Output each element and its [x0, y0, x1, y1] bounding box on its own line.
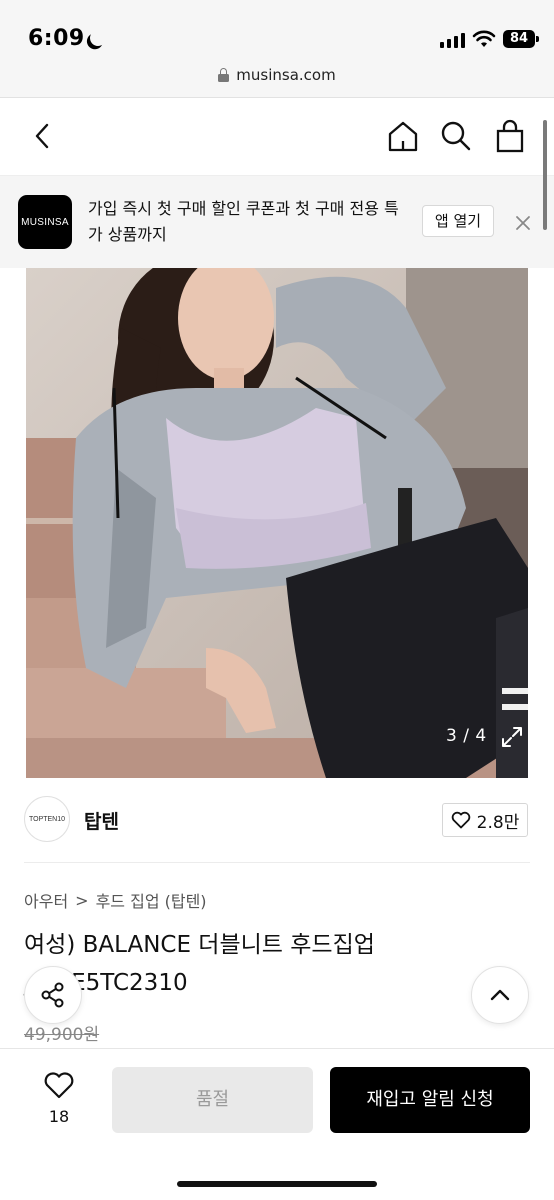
musinsa-app-logo: MUSINSA — [18, 195, 72, 249]
brand-name[interactable]: 탑텐 — [84, 807, 119, 834]
product-photo — [26, 268, 528, 778]
url-text: musinsa.com — [236, 66, 336, 84]
product-image[interactable]: 3 / 4 — [26, 268, 528, 778]
restock-alert-button[interactable]: 재입고 알림 신청 — [330, 1067, 530, 1133]
battery-tip — [536, 36, 539, 42]
app-install-banner: MUSINSA 가입 즉시 첫 구매 할인 쿠폰과 첫 구매 전용 특가 상품까… — [0, 176, 554, 268]
soldout-button[interactable]: 품절 — [112, 1067, 313, 1133]
home-indicator — [177, 1181, 377, 1187]
brand-row: TOPTEN10 탑텐 2.8만 — [24, 796, 530, 844]
back-button[interactable] — [22, 116, 62, 156]
search-button[interactable] — [436, 116, 476, 156]
image-counter: 3 / 4 — [446, 726, 487, 746]
divider — [24, 862, 530, 863]
open-app-button[interactable]: 앱 열기 — [422, 205, 494, 237]
close-icon[interactable] — [512, 212, 534, 234]
heart-icon — [44, 1072, 74, 1099]
breadcrumb-category[interactable]: 아우터 — [24, 888, 68, 912]
banner-message: 가입 즉시 첫 구매 할인 쿠폰과 첫 구매 전용 특가 상품까지 — [88, 199, 399, 244]
home-icon — [388, 121, 418, 152]
brand-like-button[interactable]: 2.8만 — [442, 803, 528, 837]
breadcrumb: 아우터 > 후드 집업 (탑텐) — [24, 888, 207, 912]
chevron-up-icon — [490, 989, 510, 1001]
expand-icon[interactable] — [500, 725, 524, 749]
nav-bar — [0, 98, 554, 176]
browser-url-bar[interactable]: musinsa.com — [0, 60, 554, 98]
share-button[interactable] — [24, 966, 82, 1024]
scroll-to-top-button[interactable] — [471, 966, 529, 1024]
brand-like-count: 2.8만 — [476, 812, 520, 833]
wishlist-button[interactable]: 18 — [36, 1071, 82, 1126]
home-button[interactable] — [383, 116, 423, 156]
original-price: 49,900원 — [24, 1025, 100, 1045]
bottom-action-bar: 18 품절 재입고 알림 신청 — [0, 1048, 554, 1200]
wifi-icon — [472, 30, 496, 47]
heart-icon — [451, 811, 470, 829]
battery-icon: 84 — [503, 30, 535, 48]
status-time: 6:09 — [28, 26, 85, 51]
lock-icon — [218, 68, 230, 82]
scrollbar[interactable] — [543, 120, 547, 230]
search-icon — [441, 121, 471, 151]
do-not-disturb-moon-icon — [88, 28, 109, 49]
status-bar: 6:09 84 — [0, 0, 554, 60]
share-icon — [41, 982, 64, 1008]
wishlist-count: 18 — [48, 1107, 70, 1126]
shopping-bag-icon — [496, 119, 524, 153]
breadcrumb-subcategory[interactable]: 후드 집업 (탑텐) — [96, 888, 207, 912]
breadcrumb-separator: > — [75, 890, 89, 910]
brand-logo[interactable]: TOPTEN10 — [24, 796, 70, 842]
cellular-signal-icon — [440, 32, 465, 48]
chevron-left-icon — [35, 123, 49, 149]
product-title: 여성) BALANCE 더블니트 후드집업_MBE5TC2310 — [24, 932, 375, 996]
cart-button[interactable] — [490, 116, 530, 156]
